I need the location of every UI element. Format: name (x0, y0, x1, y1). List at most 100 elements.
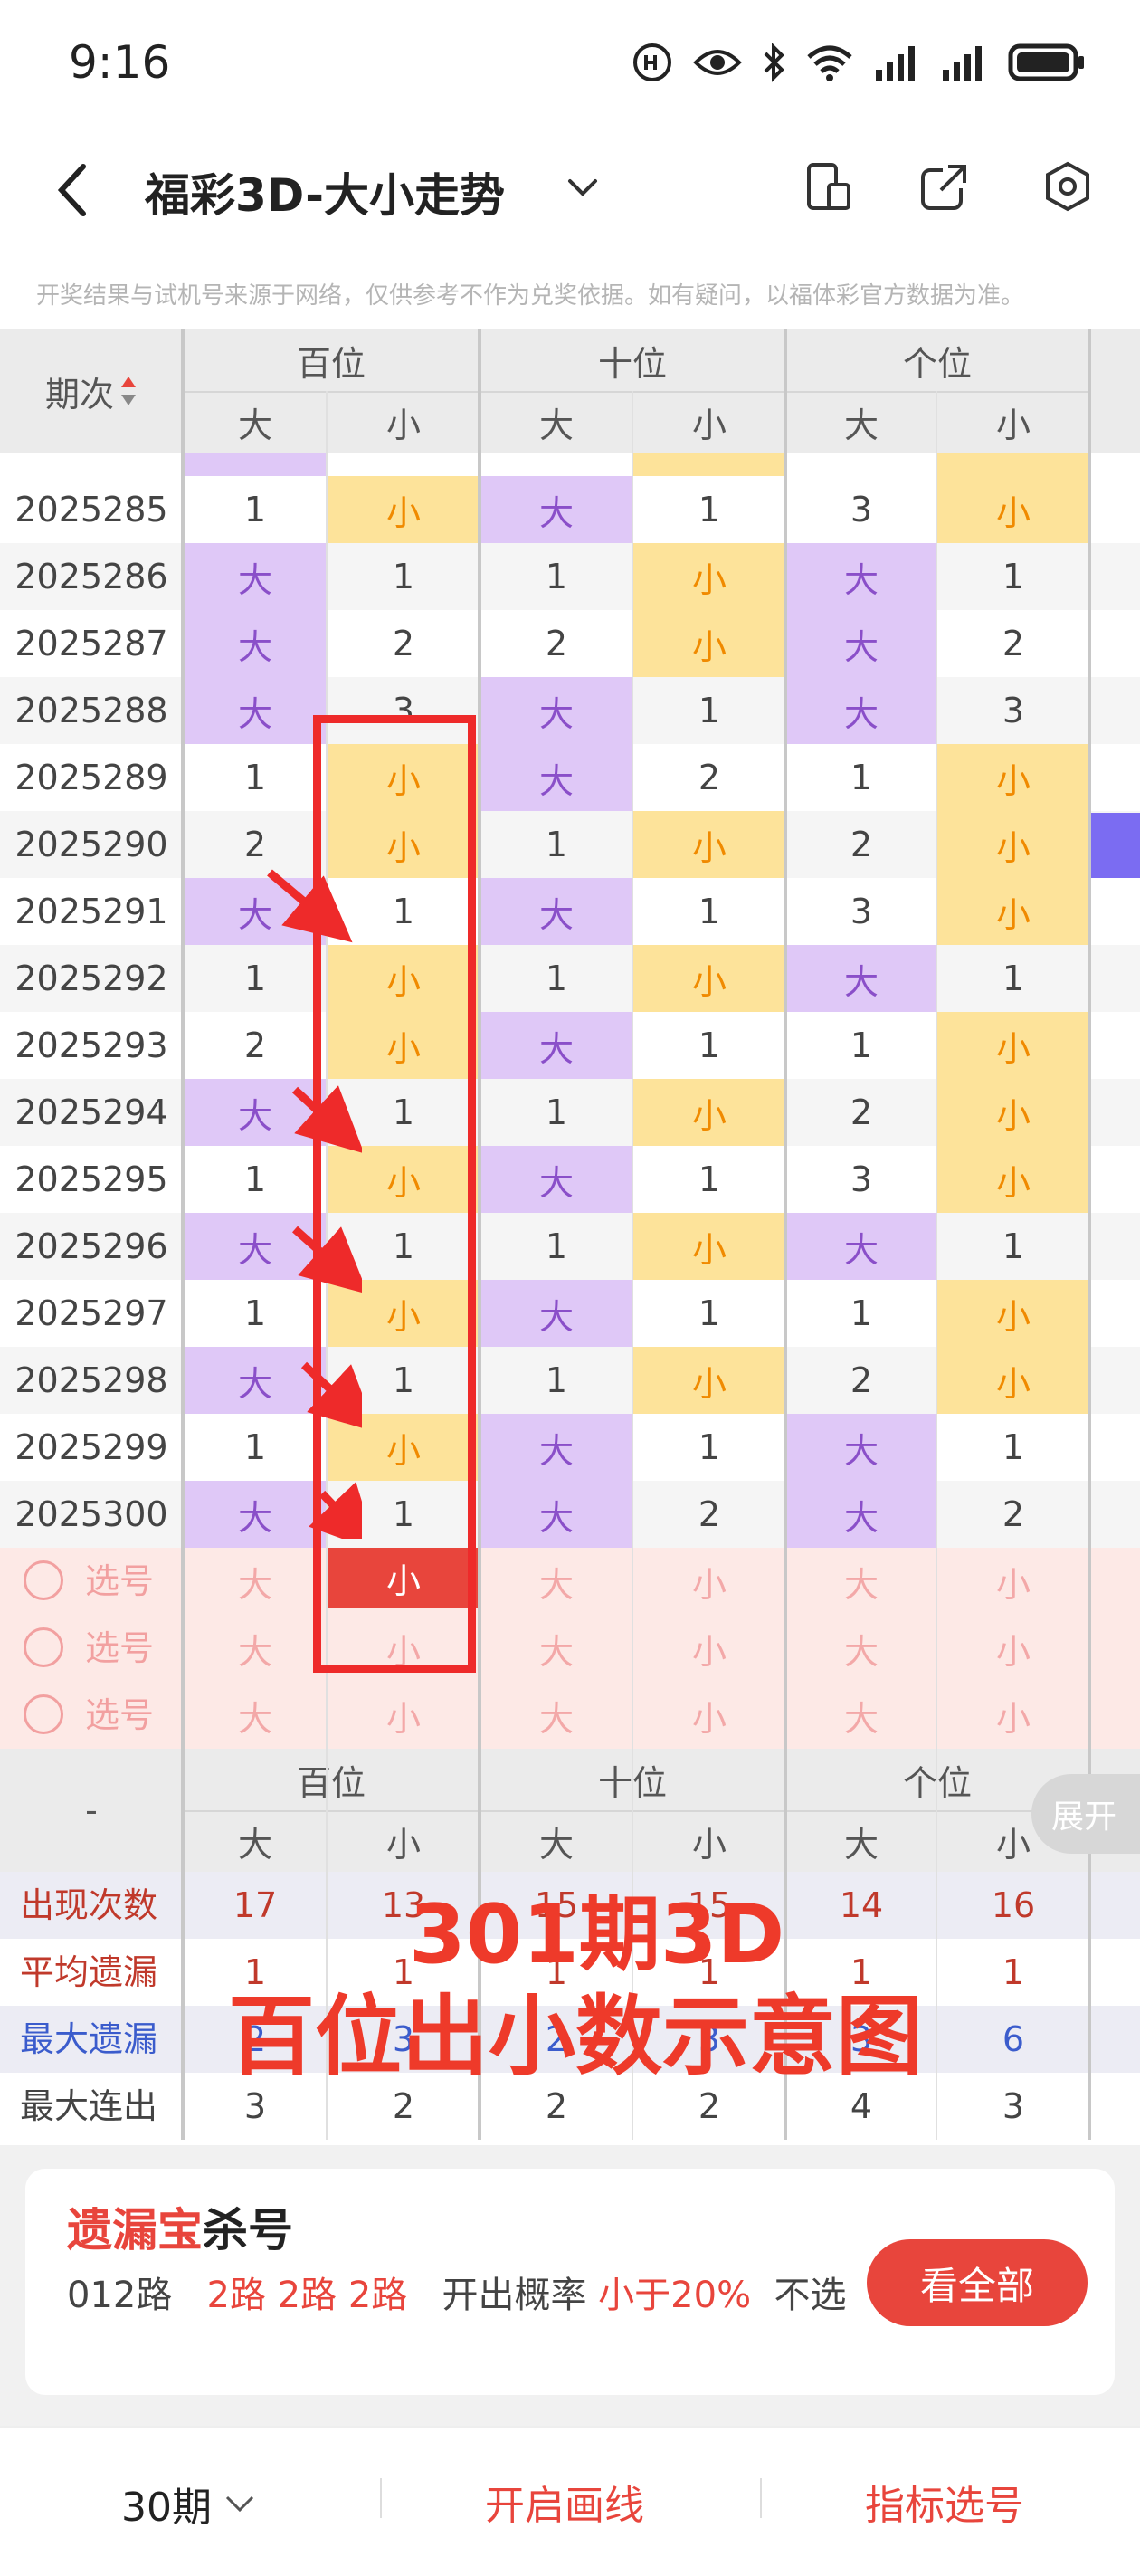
period-cell: 2025291 (14, 892, 168, 931)
period-selector[interactable]: 30期 (121, 2475, 255, 2533)
share-button[interactable] (919, 161, 970, 215)
trend-cell: 1 (1002, 1226, 1025, 1266)
stats-sub-header: 大 (538, 1824, 574, 1865)
trend-cell: 大 (785, 945, 937, 1012)
trend-cell: 小 (937, 1079, 1089, 1146)
trend-cell: 2 (850, 1092, 873, 1132)
trend-cell: 1 (545, 825, 568, 864)
select-cell[interactable]: 大 (785, 1548, 937, 1615)
trend-cell: 大 (480, 1414, 633, 1481)
select-label[interactable]: 选号 (85, 1615, 154, 1682)
trend-cell: 小 (937, 476, 1089, 543)
period-header[interactable]: 期次 (0, 329, 183, 453)
select-cell[interactable]: 大 (480, 1548, 633, 1615)
trend-cell: 大 (785, 610, 937, 677)
trend-cell: 1 (850, 758, 873, 797)
trend-cell: 1 (1002, 959, 1025, 998)
divider (380, 2478, 382, 2518)
trend-cell: 大 (785, 1481, 937, 1548)
settings-button[interactable] (1042, 161, 1093, 215)
select-cell[interactable]: 小 (633, 1615, 785, 1682)
card-title-brand: 遗漏宝 (67, 2204, 203, 2256)
phone-layout-icon (807, 163, 850, 210)
trend-cell: 1 (698, 892, 721, 931)
trend-cell: 2 (392, 624, 415, 663)
page-title[interactable]: 福彩3D-大小走势 (145, 159, 505, 224)
period-cell: 2025290 (14, 825, 168, 864)
select-cell[interactable]: 小 (937, 1548, 1089, 1615)
stats-value: 17 (233, 1885, 278, 1925)
card-title-suffix: 杀号 (203, 2204, 293, 2256)
trend-cell: 3 (850, 1159, 873, 1199)
trend-cell: 大 (480, 476, 633, 543)
select-cell[interactable]: 小 (328, 1682, 480, 1749)
trend-cell: 2 (545, 624, 568, 663)
sub-header: 小 (691, 405, 727, 445)
battery-icon (1008, 43, 1084, 81)
period-cell: 2025300 (14, 1494, 168, 1534)
status-bar: 9:16 (0, 0, 1140, 136)
select-label[interactable]: 选号 (85, 1548, 154, 1615)
trend-cell: 小 (633, 811, 785, 878)
title-dropdown-button[interactable] (566, 177, 599, 201)
stats-value: 16 (991, 1885, 1036, 1925)
trend-cell: 大 (480, 1280, 633, 1347)
group-header: 个位 (902, 343, 972, 384)
card-description: 012路 2路 2路 2路 开出概率 小于20% 不选 (67, 2266, 863, 2324)
trend-cell: 1 (392, 557, 415, 596)
period-cell: 2025293 (14, 1026, 168, 1065)
select-cell[interactable]: 小 (937, 1615, 1089, 1682)
trend-cell: 小 (633, 610, 785, 677)
trend-cell: 大 (183, 610, 328, 677)
indicator-select-button[interactable]: 指标选号 (865, 2473, 1024, 2531)
trend-cell: 1 (698, 691, 721, 730)
trend-cell: 小 (633, 1079, 785, 1146)
select-cell[interactable]: 大 (785, 1682, 937, 1749)
select-cell[interactable]: 大 (183, 1615, 328, 1682)
partial-cell (328, 453, 480, 476)
partial-cell (937, 453, 1089, 476)
side-marker (1091, 813, 1140, 878)
back-button[interactable] (54, 161, 90, 223)
select-cell[interactable]: 大 (480, 1682, 633, 1749)
select-radio[interactable] (24, 1627, 63, 1667)
select-cell[interactable]: 大 (183, 1548, 328, 1615)
view-all-button[interactable]: 看全部 (867, 2239, 1088, 2326)
trend-cell: 小 (328, 476, 480, 543)
trend-cell: 小 (633, 1213, 785, 1280)
card-prob-value: 小于20% (598, 2275, 752, 2316)
expand-button[interactable]: 展开 (1031, 1774, 1140, 1854)
trend-cell: 2 (850, 825, 873, 864)
signal-icon (876, 46, 915, 81)
period-header-label: 期次 (44, 374, 114, 415)
select-cell[interactable]: 小 (937, 1682, 1089, 1749)
bluetooth-icon (764, 43, 784, 82)
trend-cell: 3 (850, 892, 873, 931)
select-cell[interactable]: 大 (480, 1615, 633, 1682)
select-radio[interactable] (24, 1694, 63, 1734)
status-time: 9:16 (69, 36, 171, 89)
select-cell[interactable]: 大 (785, 1615, 937, 1682)
trend-cell: 1 (698, 490, 721, 530)
trend-cell: 1 (545, 1226, 568, 1266)
select-cell[interactable]: 小 (633, 1682, 785, 1749)
select-cell[interactable]: 大 (183, 1682, 328, 1749)
period-cell: 2025288 (14, 691, 168, 730)
select-cell[interactable]: 小 (633, 1548, 785, 1615)
draw-line-button[interactable]: 开启画线 (485, 2473, 644, 2531)
header-divider (183, 391, 1088, 393)
group-header: 十位 (597, 343, 667, 384)
select-label[interactable]: 选号 (85, 1682, 154, 1749)
select-radio[interactable] (24, 1560, 63, 1600)
device-button[interactable] (803, 161, 854, 215)
trend-cell: 小 (633, 543, 785, 610)
trend-cell: 2 (698, 758, 721, 797)
period-cell: 2025299 (14, 1427, 168, 1467)
card-prob-label: 开出概率 (442, 2275, 587, 2316)
trend-cell: 1 (698, 1159, 721, 1199)
trend-cell: 小 (937, 1347, 1089, 1414)
trend-cell: 大 (785, 543, 937, 610)
sort-icon (121, 377, 136, 405)
trend-cell: 2 (698, 1494, 721, 1534)
trend-cell: 大 (480, 677, 633, 744)
